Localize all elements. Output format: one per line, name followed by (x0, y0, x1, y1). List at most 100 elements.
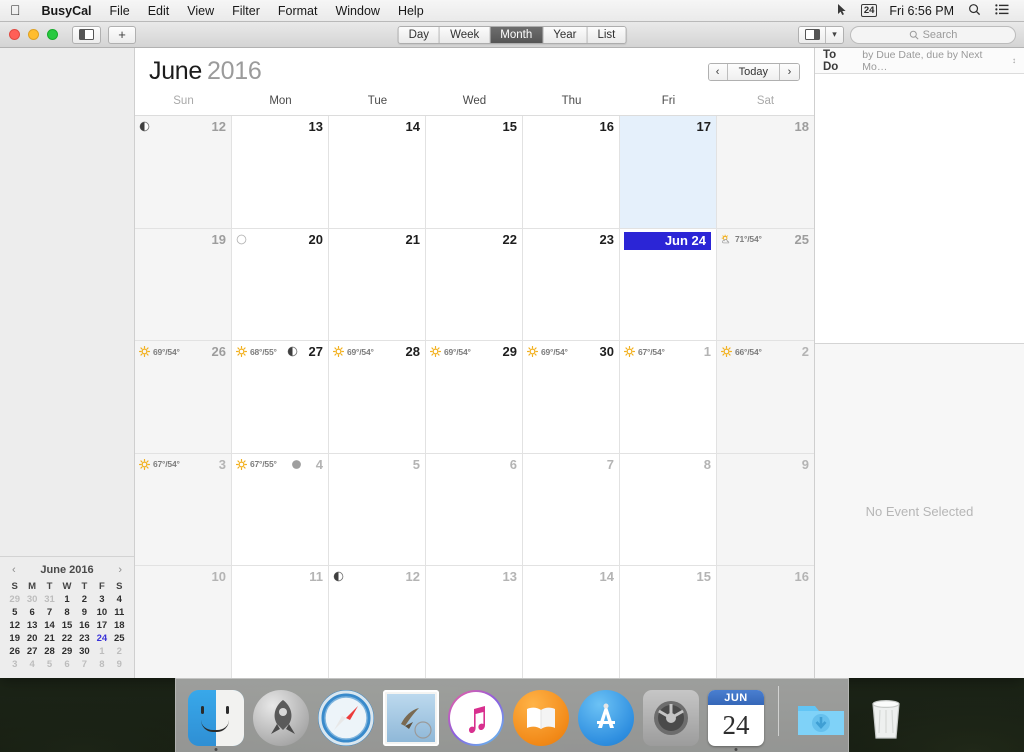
day-cell[interactable]: 71°/54°25 (717, 229, 814, 341)
mini-calendar-day[interactable]: 31 (41, 594, 58, 605)
menu-item-file[interactable]: File (101, 4, 139, 18)
mini-calendar-day[interactable]: 4 (23, 659, 40, 670)
mini-calendar-day[interactable]: 13 (23, 620, 40, 631)
menu-item-format[interactable]: Format (269, 4, 327, 18)
tab-week[interactable]: Week (440, 27, 490, 43)
day-cell[interactable]: 12 (135, 116, 232, 228)
zoom-button[interactable] (47, 29, 58, 40)
mini-calendar-day[interactable]: 15 (58, 620, 75, 631)
mini-calendar-day[interactable]: 9 (76, 607, 93, 618)
day-cell[interactable]: 15 (426, 116, 523, 228)
sidebar-toggle-button[interactable] (72, 26, 101, 44)
menu-item-view[interactable]: View (178, 4, 223, 18)
dock-item-finder[interactable] (188, 690, 244, 746)
dock-item-busycal[interactable]: JUN 24 (708, 690, 764, 746)
dock-item-itunes[interactable] (448, 690, 504, 746)
inspector-toggle-button[interactable] (799, 27, 826, 43)
mini-calendar-day[interactable]: 24 (93, 633, 110, 644)
notification-center-icon[interactable] (988, 4, 1016, 18)
dock-item-trash[interactable] (858, 690, 914, 746)
mini-calendar-day[interactable]: 28 (41, 646, 58, 657)
day-cell[interactable]: 68°/55°27 (232, 341, 329, 453)
mini-calendar-day[interactable]: 7 (41, 607, 58, 618)
day-cell[interactable]: 69°/54°29 (426, 341, 523, 453)
dock-item-mail[interactable] (383, 690, 439, 746)
day-cell[interactable]: 12 (329, 566, 426, 678)
mini-calendar-day[interactable]: 29 (58, 646, 75, 657)
day-cell[interactable]: 19 (135, 229, 232, 341)
mini-calendar-day[interactable]: 9 (111, 659, 128, 670)
mini-calendar-day[interactable]: 1 (93, 646, 110, 657)
inspector-options-button[interactable]: ▾ (826, 27, 843, 43)
mini-calendar-day[interactable]: 27 (23, 646, 40, 657)
mini-calendar-day[interactable]: 3 (6, 659, 23, 670)
mini-calendar-day[interactable]: 5 (6, 607, 23, 618)
next-month-button[interactable]: › (780, 64, 799, 80)
mini-calendar-day[interactable]: 8 (58, 607, 75, 618)
dock-item-system-preferences[interactable] (643, 690, 699, 746)
menu-item-window[interactable]: Window (326, 4, 388, 18)
tab-month[interactable]: Month (490, 27, 543, 43)
day-cell[interactable]: 8 (620, 454, 717, 566)
dock-item-app-store[interactable] (578, 690, 634, 746)
day-cell[interactable]: 6 (426, 454, 523, 566)
mini-calendar-day[interactable]: 16 (76, 620, 93, 631)
todo-list[interactable] (815, 74, 1024, 344)
mini-calendar-day[interactable]: 10 (93, 607, 110, 618)
menu-item-help[interactable]: Help (389, 4, 433, 18)
mini-calendar-day[interactable]: 2 (76, 594, 93, 605)
mini-calendar-day[interactable]: 7 (76, 659, 93, 670)
day-cell[interactable]: 69°/54°28 (329, 341, 426, 453)
mini-calendar-day[interactable]: 6 (23, 607, 40, 618)
day-cell[interactable]: 9 (717, 454, 814, 566)
mini-calendar-day[interactable]: 17 (93, 620, 110, 631)
mini-calendar-day[interactable]: 20 (23, 633, 40, 644)
mini-calendar-day[interactable]: 8 (93, 659, 110, 670)
mini-calendar-day[interactable]: 30 (76, 646, 93, 657)
mini-calendar-day[interactable]: 3 (93, 594, 110, 605)
tab-year[interactable]: Year (543, 27, 587, 43)
menu-app-name[interactable]: BusyCal (33, 4, 101, 18)
mini-calendar-day[interactable]: 12 (6, 620, 23, 631)
day-cell[interactable]: 14 (329, 116, 426, 228)
tab-day[interactable]: Day (399, 27, 440, 43)
day-cell[interactable]: 16 (717, 566, 814, 678)
day-cell[interactable]: 14 (523, 566, 620, 678)
day-cell[interactable]: 69°/54°26 (135, 341, 232, 453)
apple-menu-icon[interactable]:  (0, 3, 33, 17)
day-badge-icon[interactable]: 24 (861, 4, 878, 17)
mini-calendar-day[interactable]: 29 (6, 594, 23, 605)
mini-calendar-day[interactable]: 11 (111, 607, 128, 618)
day-cell[interactable]: 22 (426, 229, 523, 341)
menu-item-filter[interactable]: Filter (223, 4, 269, 18)
search-input[interactable]: Search (850, 26, 1016, 44)
mini-calendar-day[interactable]: 5 (41, 659, 58, 670)
day-cell[interactable]: 13 (426, 566, 523, 678)
dock-item-launchpad[interactable] (253, 690, 309, 746)
day-cell[interactable]: 20 (232, 229, 329, 341)
day-cell[interactable]: 18 (717, 116, 814, 228)
day-cell[interactable]: 66°/54°2 (717, 341, 814, 453)
day-cell[interactable]: 7 (523, 454, 620, 566)
cursor-icon[interactable] (829, 3, 856, 19)
mini-calendar-day[interactable]: 18 (111, 620, 128, 631)
dock-item-safari[interactable] (318, 690, 374, 746)
mini-calendar-prev-button[interactable]: ‹ (12, 564, 16, 576)
day-cell[interactable]: 15 (620, 566, 717, 678)
day-cell[interactable]: 11 (232, 566, 329, 678)
mini-calendar-day[interactable]: 6 (58, 659, 75, 670)
mini-calendar-day[interactable]: 2 (111, 646, 128, 657)
search-icon[interactable] (961, 3, 988, 19)
day-cell[interactable]: 69°/54°30 (523, 341, 620, 453)
day-cell[interactable]: Jun 24 (620, 229, 717, 341)
day-cell[interactable]: 67°/55°4 (232, 454, 329, 566)
minimize-button[interactable] (28, 29, 39, 40)
today-button[interactable]: Today (728, 64, 780, 80)
dock-item-downloads-folder[interactable] (793, 690, 849, 746)
mini-calendar-day[interactable]: 30 (23, 594, 40, 605)
todo-sort-dropdown[interactable]: by Due Date, due by Next Mo… ↕ (862, 49, 1016, 73)
mini-calendar-day[interactable]: 25 (111, 633, 128, 644)
mini-calendar-day[interactable]: 4 (111, 594, 128, 605)
mini-calendar-next-button[interactable]: › (118, 564, 122, 576)
day-cell[interactable]: 5 (329, 454, 426, 566)
